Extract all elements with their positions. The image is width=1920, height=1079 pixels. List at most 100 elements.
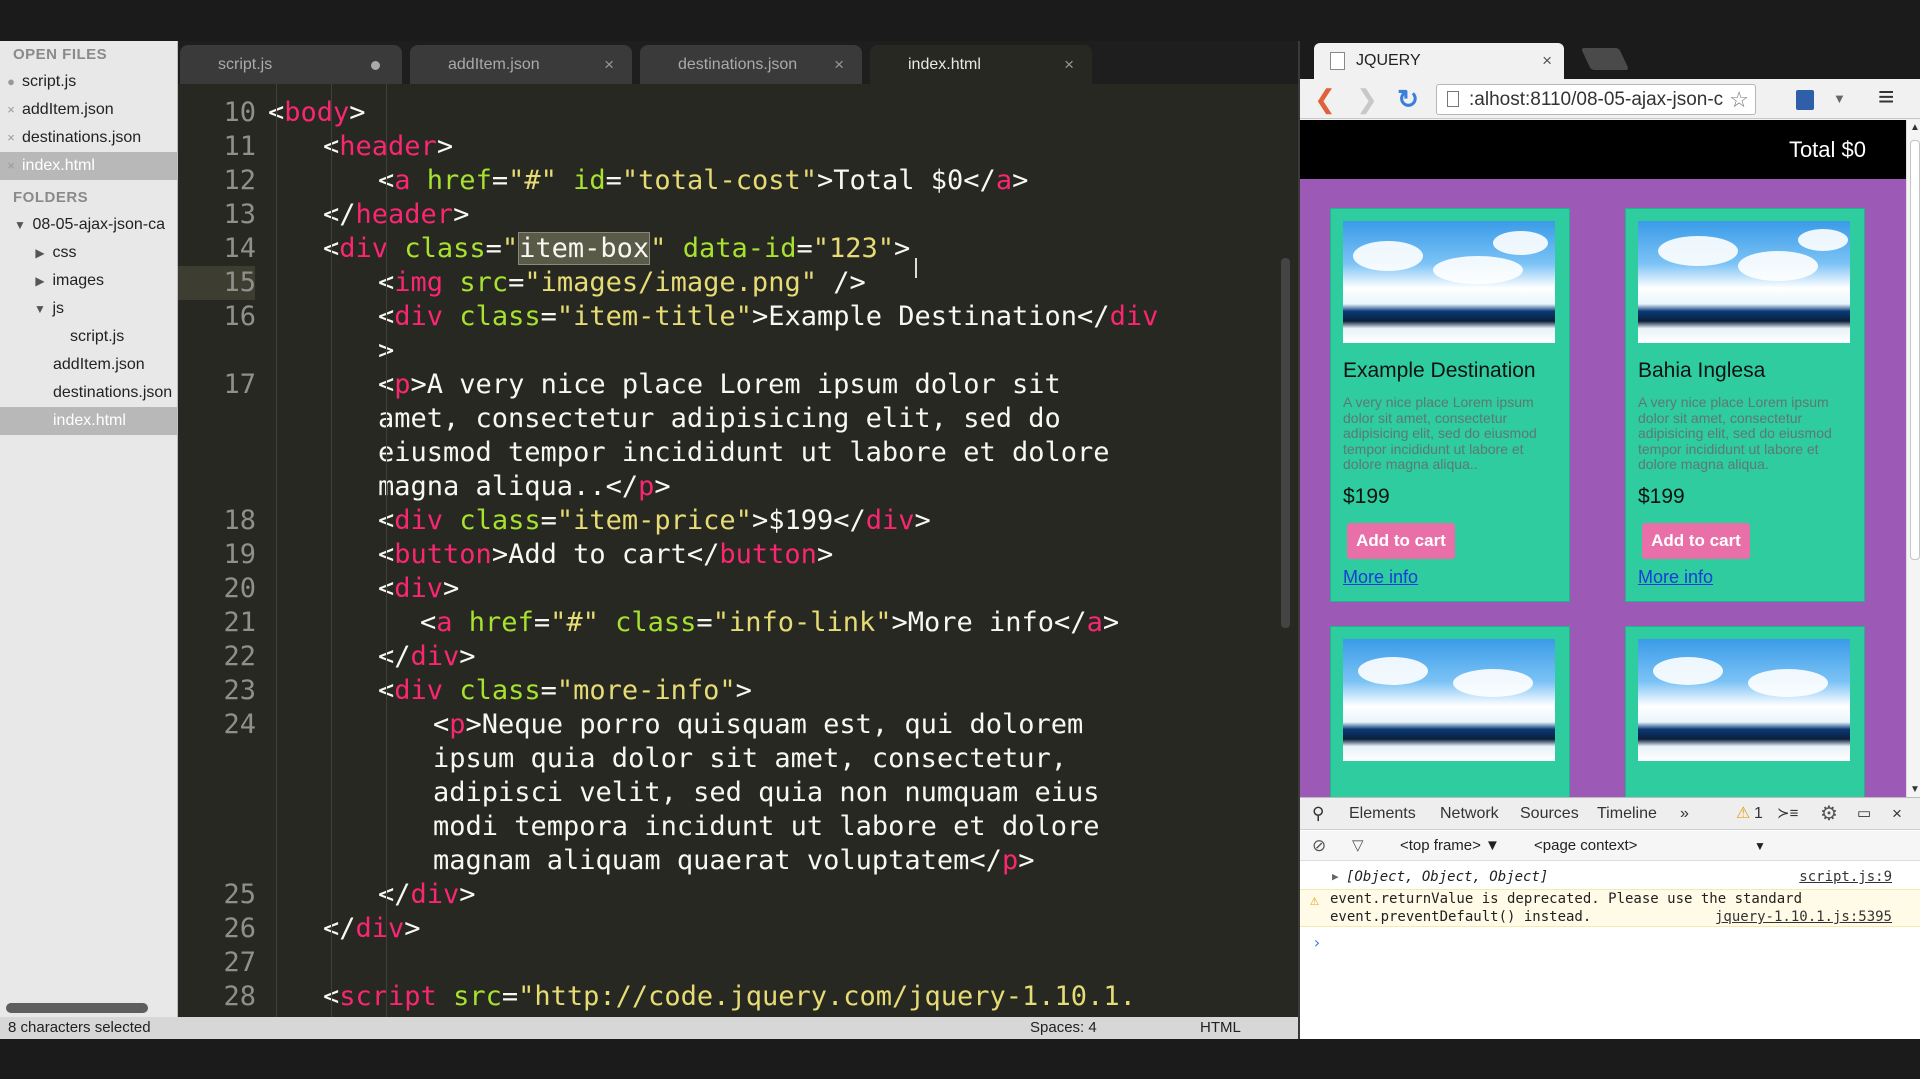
more-info-link[interactable]: More info [1638,567,1713,588]
code-line[interactable]: </header> [323,198,469,232]
bookmark-star-icon[interactable]: ☆ [1729,85,1749,114]
code-line[interactable]: </div> [378,878,476,912]
code-line[interactable]: <p>Neque porro quisquam est, qui dolorem [433,708,1083,742]
sidebar-scrollbar[interactable] [6,1003,148,1013]
tree-file-index-html[interactable]: index.html [0,407,177,435]
forward-arrow-icon[interactable]: ❯ [1352,79,1382,119]
menu-icon[interactable]: ≡ [1878,81,1894,113]
code-line[interactable]: amet, consectetur adipisicing elit, sed … [378,402,1061,436]
reload-icon[interactable]: ↻ [1393,79,1423,119]
folder-images[interactable]: ▶ images [0,267,177,295]
folder-label: images [52,272,105,289]
scroll-down-icon[interactable]: ▼ [1910,784,1920,795]
open-file-additem-json[interactable]: × addItem.json [0,96,177,124]
code-scrollbar[interactable] [1281,258,1290,628]
code-area[interactable]: 10111213141516 17 18192021222324 25262728 <… [178,84,1298,1017]
tab-timeline[interactable]: Timeline [1597,798,1657,830]
code-line[interactable]: adipisci velit, sed quia non numquam eiu… [433,776,1099,810]
extension-icon[interactable] [1796,90,1814,110]
code-line[interactable]: <body> [268,96,366,130]
tree-file-destinations-json[interactable]: destinations.json [0,379,177,407]
open-file-script-js[interactable]: ● script.js [0,68,177,96]
frame-select[interactable]: <top frame> ▼ [1400,831,1500,861]
warning-icon[interactable]: ⚠ [1736,798,1750,830]
total-cost-link[interactable]: Total $0 [1789,120,1866,179]
folder-css[interactable]: ▶ css [0,239,177,267]
tab-destinations-json[interactable]: destinations.json × [640,45,862,84]
code-line[interactable]: modi tempora incidunt ut labore et dolor… [433,810,1099,844]
indentation-status[interactable]: Spaces: 4 [1030,1017,1097,1039]
close-icon[interactable]: × [604,45,614,84]
page-icon [1447,91,1459,107]
code-line[interactable]: <div class="item-title">Example Destinat… [378,300,1158,334]
tree-file-additem-json[interactable]: addItem.json [0,351,177,379]
close-icon[interactable]: × [0,152,22,180]
open-file-destinations-json[interactable]: × destinations.json [0,124,177,152]
page-scrollbar[interactable]: ▲ ▼ [1906,120,1920,797]
tab-network[interactable]: Network [1440,798,1499,830]
code-token: href [468,607,534,638]
tab-elements[interactable]: Elements [1349,798,1416,830]
dock-icon[interactable]: ▭ [1857,798,1871,830]
code-line[interactable]: <script src="http://code.jquery.com/jque… [323,980,1136,1014]
code-line[interactable]: magnam aliquam quaerat voluptatem</p> [433,844,1034,878]
browser-tab-jquery[interactable]: JQUERY × [1314,43,1564,79]
scroll-up-icon[interactable]: ▲ [1910,122,1920,133]
source-link[interactable]: script.js:9 [1799,866,1892,888]
scrollbar-thumb[interactable] [1910,140,1920,560]
back-arrow-icon[interactable]: ❮ [1310,79,1340,119]
close-icon[interactable]: × [0,124,22,152]
code-line[interactable]: <div> [378,572,459,606]
tree-file-script-js[interactable]: script.js [0,323,177,351]
source-link[interactable]: jquery-1.10.1.js:5395 [1715,909,1892,925]
code-line[interactable]: <a href="#" id="total-cost">Total $0</a> [378,164,1028,198]
code-line[interactable]: ipsum quia dolor sit amet, consectetur, [433,742,1067,776]
code-line[interactable]: <div class="item-price">$199</div> [378,504,931,538]
code-line[interactable]: magna aliqua..</p> [378,470,671,504]
code-line[interactable]: <div class="item-box" data-id="123"> [323,232,910,266]
close-icon[interactable]: × [1892,798,1902,830]
warning-count[interactable]: 1 [1754,798,1763,830]
clear-console-icon[interactable]: ⊘ [1312,831,1326,861]
page-viewport[interactable]: Total $0 Example Destination A very nice… [1300,120,1920,797]
tab-index-html[interactable]: index.html × [870,45,1092,84]
open-file-index-html[interactable]: × index.html [0,152,177,180]
add-to-cart-button[interactable]: Add to cart [1347,523,1455,559]
console-prompt[interactable]: › [1300,932,1920,954]
close-icon[interactable]: × [0,96,22,124]
more-info-link[interactable]: More info [1343,567,1418,588]
gear-icon[interactable]: ⚙ [1820,798,1838,830]
close-icon[interactable]: × [1542,43,1552,79]
item-description: A very nice place Lorem ipsum dolor sit … [1638,394,1832,472]
folder-project-root[interactable]: ▼ 08-05-ajax-json-ca [0,211,177,239]
chevron-down-icon[interactable]: ▼ [1754,831,1766,861]
tab-sources[interactable]: Sources [1520,798,1579,830]
code-line[interactable]: <header> [323,130,453,164]
code-line[interactable]: <div class="more-info"> [378,674,752,708]
console-drawer-icon[interactable]: ≻≡ [1777,798,1798,830]
expand-triangle-icon[interactable]: ▶ [1332,866,1339,888]
new-tab-button[interactable] [1580,48,1630,70]
search-icon[interactable]: ⚲ [1312,798,1324,830]
syntax-status[interactable]: HTML [1200,1017,1241,1039]
code-line[interactable]: </div> [323,912,421,946]
filter-icon[interactable]: ▽ [1352,831,1364,861]
add-to-cart-button[interactable]: Add to cart [1642,523,1750,559]
address-bar[interactable]: :alhost:8110/08-05-ajax-json-c ☆ [1436,84,1756,115]
code-line[interactable]: <a href="#" class="info-link">More info<… [420,606,1119,640]
code-line[interactable]: </div> [378,640,476,674]
close-icon[interactable]: × [834,45,844,84]
code-line[interactable]: eiusmod tempor incididunt ut labore et d… [378,436,1110,470]
code-line[interactable]: <button>Add to cart</button> [378,538,833,572]
code-line[interactable]: <p>A very nice place Lorem ipsum dolor s… [378,368,1061,402]
chevron-down-icon[interactable]: ▼ [1833,91,1846,106]
context-select[interactable]: <page context> [1534,831,1637,861]
code-line[interactable]: <img src="images/image.png" /> [378,266,866,300]
tab-additem-json[interactable]: addItem.json × [410,45,632,84]
tab-script-js[interactable]: script.js [180,45,402,84]
console-log-entry[interactable]: ▶ [Object, Object, Object] script.js:9 [1300,866,1920,888]
close-icon[interactable]: × [1064,45,1074,84]
folder-js[interactable]: ▼ js [0,295,177,323]
console-object: [Object, Object, Object] [1346,869,1549,885]
more-tabs-icon[interactable]: » [1680,798,1689,830]
